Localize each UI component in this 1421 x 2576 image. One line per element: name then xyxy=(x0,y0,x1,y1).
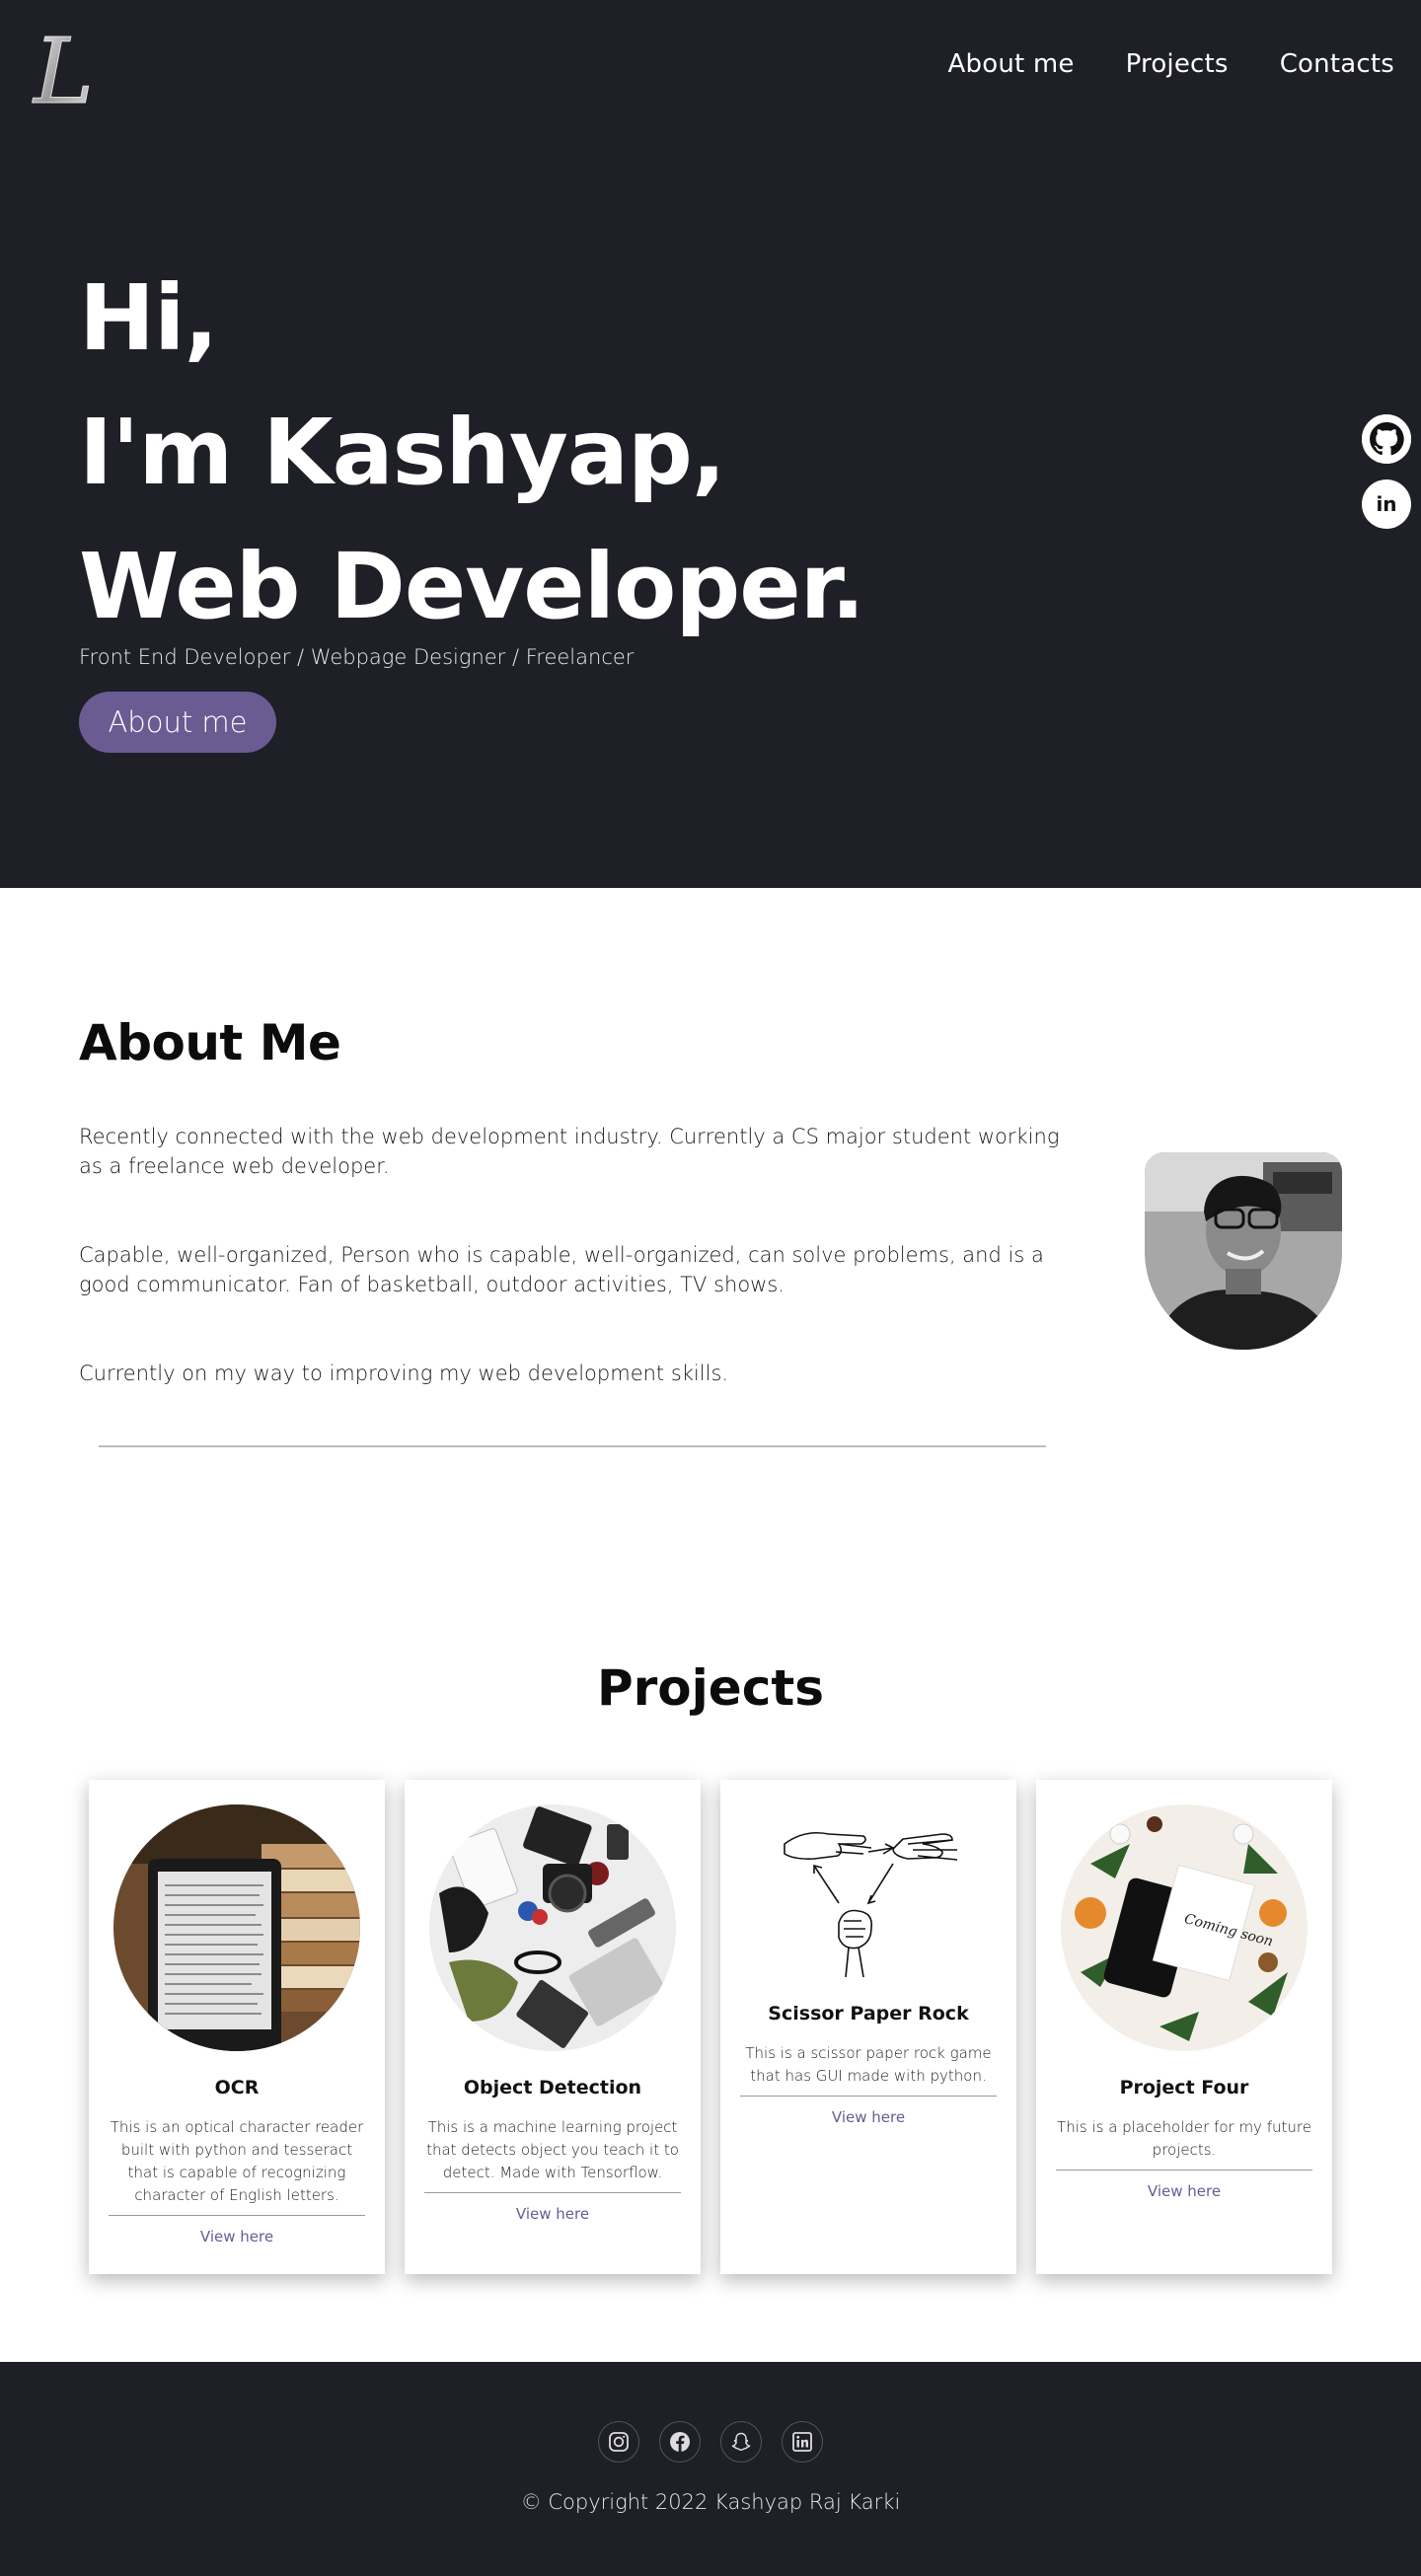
github-icon[interactable] xyxy=(1362,414,1411,464)
about-paragraph-3: Currently on my way to improving my web … xyxy=(79,1362,729,1385)
about-me-button[interactable]: About me xyxy=(79,692,276,753)
instagram-icon[interactable] xyxy=(598,2421,639,2463)
project-card-ocr: OCR This is an optical character reader … xyxy=(89,1780,385,2274)
nav-link-projects[interactable]: Projects xyxy=(1126,49,1229,79)
project-title: Object Detection xyxy=(463,2077,642,2098)
card-divider xyxy=(740,2096,997,2097)
card-divider xyxy=(1056,2170,1312,2171)
about-title: About Me xyxy=(79,1014,341,1071)
hero-greeting: Hi, xyxy=(79,265,218,371)
card-divider xyxy=(109,2215,365,2216)
logo-icon[interactable]: L xyxy=(26,19,111,125)
project-card-object-detection: Object Detection This is a machine learn… xyxy=(405,1780,701,2274)
project-description: This is a machine learning project that … xyxy=(426,2118,679,2181)
about-paragraph-2: Capable, well-organized, Person who is c… xyxy=(79,1243,1044,1296)
project-description: This is an optical character reader buil… xyxy=(110,2118,364,2204)
profile-photo xyxy=(1145,1152,1342,1350)
hero-role: Web Developer. xyxy=(79,534,865,639)
view-project-link[interactable]: View here xyxy=(405,2205,701,2223)
hero-subtitle: Front End Developer / Webpage Designer /… xyxy=(79,645,635,669)
card-divider xyxy=(424,2192,681,2193)
project-title: Scissor Paper Rock xyxy=(768,2003,969,2024)
project-title: Project Four xyxy=(1119,2077,1249,2098)
nav-link-about[interactable]: About me xyxy=(948,49,1075,79)
view-project-link[interactable]: View here xyxy=(1036,2182,1332,2200)
hero-name: I'm Kashyap, xyxy=(79,400,726,505)
coming-soon-image: Coming soon xyxy=(1061,1804,1308,2051)
ocr-project-image xyxy=(113,1804,360,2051)
scissor-paper-rock-image xyxy=(745,1804,992,1977)
side-social-links: in xyxy=(1362,414,1411,529)
snapchat-icon[interactable] xyxy=(720,2421,762,2463)
view-project-link[interactable]: View here xyxy=(89,2228,385,2245)
about-paragraph-1: Recently connected with the web developm… xyxy=(79,1125,1060,1178)
linkedin-icon[interactable]: in xyxy=(1362,479,1411,529)
projects-title: Projects xyxy=(596,1659,824,1717)
view-project-link[interactable]: View here xyxy=(720,2108,1016,2126)
about-section: About Me Recently connected with the web… xyxy=(0,888,1421,1579)
svg-text:L: L xyxy=(32,24,94,114)
linkedin-text: in xyxy=(1376,492,1397,516)
footer-social-links xyxy=(0,2421,1421,2463)
object-detection-image xyxy=(429,1804,676,2051)
project-description: This is a placeholder for my future proj… xyxy=(1057,2118,1311,2159)
linkedin-icon[interactable] xyxy=(782,2421,823,2463)
copyright-text: © Copyright 2022 Kashyap Raj Karki xyxy=(520,2490,901,2514)
hero-section: L About me Projects Contacts Hi, I'm Kas… xyxy=(0,0,1421,888)
project-card-four: Coming soon Project Four This is a place… xyxy=(1036,1780,1332,2274)
project-title: OCR xyxy=(214,2077,260,2098)
about-divider xyxy=(99,1445,1046,1447)
project-description: This is a scissor paper rock game that h… xyxy=(745,2044,992,2085)
top-nav: About me Projects Contacts xyxy=(948,49,1394,79)
hero-heading: Hi, I'm Kashyap, Web Developer. xyxy=(79,252,865,654)
project-card-scissor-paper-rock: Scissor Paper Rock This is a scissor pap… xyxy=(720,1780,1016,2274)
projects-section: Projects OCR This is an optical characte… xyxy=(0,1579,1421,2363)
footer: © Copyright 2022 Kashyap Raj Karki xyxy=(0,2362,1421,2576)
nav-link-contacts[interactable]: Contacts xyxy=(1280,49,1394,79)
facebook-icon[interactable] xyxy=(659,2421,701,2463)
